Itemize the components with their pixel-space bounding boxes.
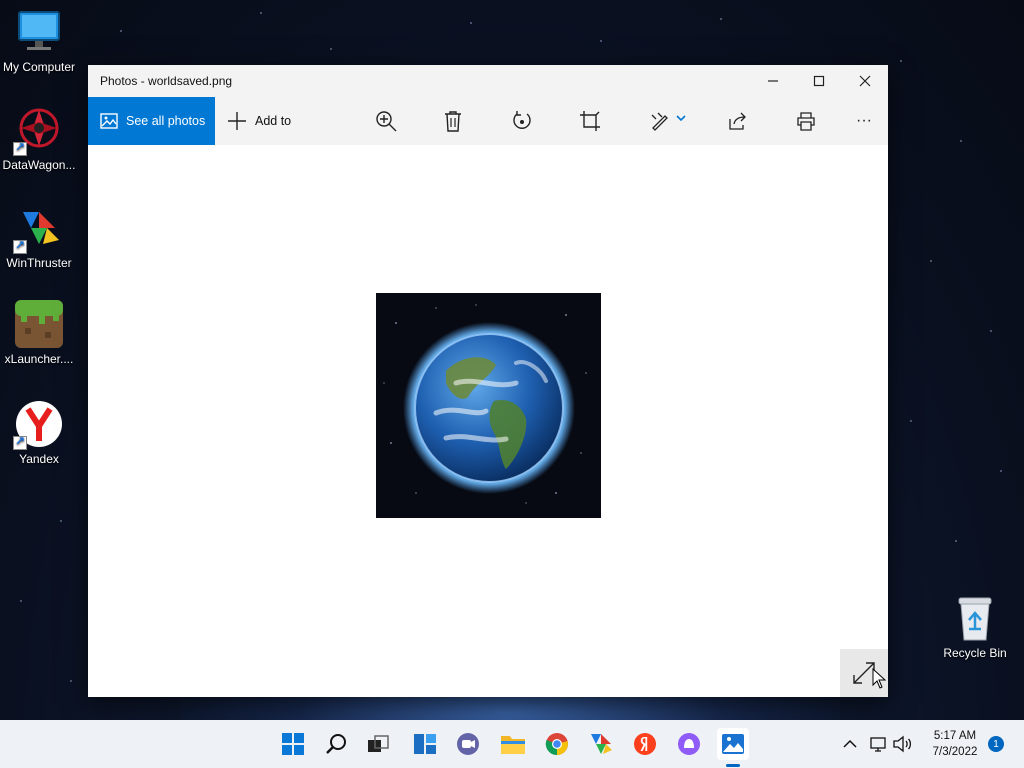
more-options-button[interactable]: ··· — [852, 109, 876, 133]
winthruster-icon — [591, 734, 612, 754]
share-icon — [729, 112, 746, 130]
crop-icon — [580, 111, 600, 131]
chevron-up-icon — [843, 739, 857, 748]
mouse-cursor-icon — [872, 668, 886, 689]
shortcut-arrow-icon — [13, 238, 27, 254]
recycle-bin-icon — [955, 596, 995, 642]
yandex-browser-icon — [13, 400, 63, 450]
recycle-bin-label: Recycle Bin — [943, 646, 1007, 660]
printer-icon — [797, 112, 815, 131]
maximize-button[interactable] — [796, 65, 842, 97]
zoom-in-button[interactable] — [374, 109, 398, 133]
see-all-photos-label: See all photos — [126, 114, 206, 128]
widgets-button[interactable] — [409, 728, 441, 760]
delete-button[interactable] — [441, 109, 465, 133]
photos-icon — [722, 734, 744, 754]
desktop-icon-my-computer[interactable]: My Computer — [0, 8, 78, 74]
chrome-button[interactable] — [541, 728, 573, 760]
title-bar[interactable]: Photos - worldsaved.png — [88, 65, 888, 97]
file-explorer-button[interactable] — [497, 728, 529, 760]
teams-chat-icon — [457, 733, 479, 755]
see-all-photos-button[interactable]: See all photos — [88, 97, 215, 145]
desktop-icon-label: xLauncher.... — [4, 352, 74, 366]
clock[interactable]: 5:17 AM 7/3/2022 — [922, 728, 988, 760]
show-hidden-icons-button[interactable] — [836, 728, 864, 760]
earth-image — [376, 293, 601, 518]
shortcut-arrow-icon — [13, 434, 27, 450]
taskbar-search-button[interactable] — [321, 728, 353, 760]
desktop-icon-winthruster[interactable]: WinThruster — [0, 204, 78, 270]
desktop-icon-recycle-bin[interactable]: Recycle Bin — [938, 596, 1012, 660]
share-button[interactable] — [726, 109, 750, 133]
notification-badge[interactable]: 1 — [988, 736, 1004, 752]
earth-photo — [376, 293, 601, 518]
desktop-icon-xlauncher[interactable]: xLauncher.... — [0, 300, 78, 366]
chevron-down-icon — [676, 115, 686, 122]
start-button[interactable] — [277, 728, 309, 760]
network-button[interactable] — [866, 728, 890, 760]
image-viewer[interactable] — [88, 145, 888, 697]
yandex-icon — [634, 733, 656, 755]
minimize-button[interactable] — [750, 65, 796, 97]
windows-start-icon — [282, 733, 304, 755]
winthruster-icon — [13, 204, 63, 254]
add-to-button[interactable]: Add to — [215, 111, 291, 131]
alice-button[interactable] — [673, 728, 705, 760]
task-view-button[interactable] — [362, 728, 394, 760]
active-app-indicator — [726, 764, 740, 767]
crop-button[interactable] — [578, 109, 602, 133]
desktop-icon-label: Yandex — [19, 452, 59, 466]
maximize-icon — [813, 75, 825, 87]
clock-date: 7/3/2022 — [932, 746, 978, 758]
minimize-icon — [768, 80, 778, 82]
gallery-icon — [100, 113, 118, 129]
plus-icon — [228, 112, 246, 130]
task-view-icon — [368, 735, 389, 752]
alice-icon — [678, 733, 700, 755]
yandex-taskbar-button[interactable] — [629, 728, 661, 760]
desktop-icon-label: DataWagon... — [2, 158, 76, 172]
search-icon — [326, 734, 346, 754]
desktop-icon-yandex[interactable]: Yandex — [0, 400, 78, 466]
rotate-button[interactable] — [510, 109, 534, 133]
close-icon — [859, 75, 871, 87]
trash-icon — [445, 111, 461, 132]
photos-taskbar-button[interactable] — [717, 728, 749, 760]
widgets-icon — [414, 734, 436, 754]
rotate-icon — [513, 111, 531, 129]
clock-time: 5:17 AM — [933, 730, 977, 742]
edit-create-button[interactable] — [650, 109, 690, 133]
window-title: Photos - worldsaved.png — [100, 74, 233, 88]
add-to-label: Add to — [255, 114, 292, 128]
datawagon-icon — [13, 106, 63, 156]
minecraft-block-icon — [15, 300, 63, 348]
desktop-icon-datawagon[interactable]: DataWagon... — [0, 106, 78, 172]
file-explorer-icon — [501, 736, 525, 754]
teams-chat-button[interactable] — [452, 728, 484, 760]
network-icon — [870, 737, 886, 752]
photos-toolbar: See all photos Add to ··· — [88, 97, 888, 145]
shortcut-arrow-icon — [13, 140, 27, 156]
edit-pen-icon — [651, 112, 668, 131]
winthruster-taskbar-button[interactable] — [585, 728, 617, 760]
taskbar: 5:17 AM 7/3/2022 — [0, 720, 1024, 768]
print-button[interactable] — [794, 109, 818, 133]
monitor-icon — [15, 8, 63, 56]
chrome-icon — [545, 733, 568, 756]
close-button[interactable] — [842, 65, 888, 97]
volume-button[interactable] — [890, 728, 916, 760]
photos-window: Photos - worldsaved.png See all photos A… — [88, 65, 888, 697]
desktop-icon-label: WinThruster — [6, 256, 72, 270]
desktop-icon-label: My Computer — [2, 60, 76, 74]
zoom-in-icon — [376, 111, 397, 132]
speaker-icon — [893, 735, 912, 753]
